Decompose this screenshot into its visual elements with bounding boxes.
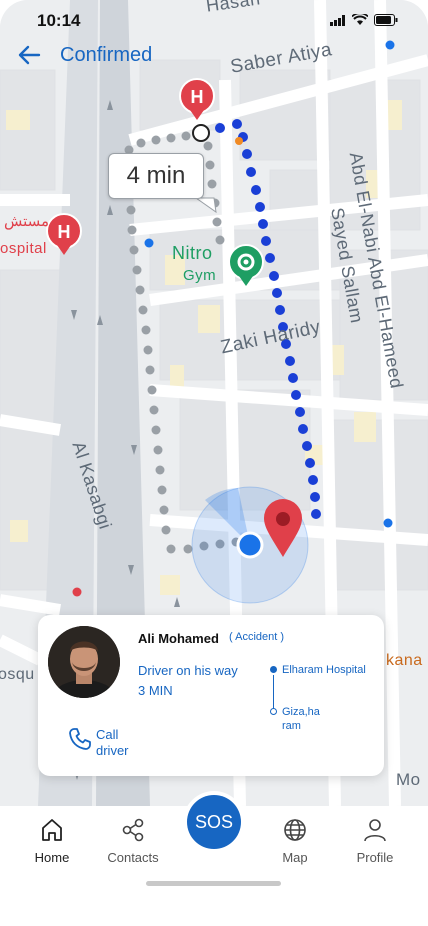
destination-dot-icon [270, 708, 277, 715]
eta-bubble: 4 min [108, 153, 204, 199]
map-edge-label-bottom-right: Mo [396, 770, 421, 789]
call-driver-button[interactable]: Call driver [68, 727, 136, 759]
svg-text:H: H [58, 222, 71, 242]
driver-name: Ali Mohamed [138, 631, 219, 646]
route-summary: Elharam Hospital Giza,ha ram [270, 663, 380, 733]
globe-icon [284, 819, 306, 841]
phone-icon [69, 728, 91, 750]
driver-eta: 3 MIN [138, 683, 173, 698]
sos-button[interactable]: SOS [187, 795, 241, 849]
person-icon [364, 819, 386, 842]
share-icon [122, 818, 144, 842]
driver-avatar [48, 626, 120, 698]
route-connector [273, 675, 274, 709]
status-icons [330, 14, 398, 26]
nav-home[interactable]: Home [17, 816, 87, 865]
back-button[interactable] [14, 40, 44, 70]
route-origin: Elharam Hospital [270, 663, 380, 677]
nav-contacts-label: Contacts [107, 850, 159, 865]
place-label-gym-sub: Gym [183, 267, 217, 284]
origin-dot-icon [270, 666, 277, 673]
page-title: Confirmed [60, 43, 153, 66]
app-screen: H H Hasan Saber Atiya Abd El-Nabi Abd El… [0, 0, 428, 926]
place-label-hospital: ospital [0, 240, 47, 257]
map-edge-label-left: osqu [0, 666, 35, 683]
route-destination: Giza,ha ram [270, 705, 330, 733]
driver-photo [48, 626, 120, 698]
driver-status-line: Driver on his way [138, 663, 238, 678]
driver-info-card: Ali Mohamed ( Accident ) Driver on his w… [38, 615, 384, 776]
place-label-hospital-arabic: مستش [4, 213, 50, 230]
nav-map[interactable]: Map [260, 816, 330, 865]
battery-icon [374, 14, 398, 26]
nav-contacts[interactable]: Contacts [98, 816, 168, 865]
svg-text:H: H [191, 87, 204, 107]
home-icon [42, 819, 62, 841]
status-bar: 10:14 [0, 0, 428, 44]
route-destination-label: Giza,ha ram [282, 706, 320, 732]
top-bar: Confirmed [14, 40, 152, 70]
nav-home-label: Home [34, 850, 70, 865]
map-edge-label-right: kana [386, 652, 423, 669]
route-origin-label: Elharam Hospital [282, 664, 366, 676]
place-label-gym: Nitro [172, 243, 213, 263]
nav-profile-label: Profile [356, 850, 394, 865]
driver-status: Driver on his way 3 MIN [138, 661, 238, 701]
status-time: 10:14 [37, 11, 81, 30]
emergency-type-badge: ( Accident ) [229, 631, 285, 643]
nav-map-label: Map [282, 850, 308, 865]
call-driver-label: Call driver [96, 727, 129, 758]
home-indicator [146, 881, 281, 886]
nav-profile[interactable]: Profile [340, 816, 410, 865]
wifi-icon [352, 14, 368, 25]
signal-icon [330, 14, 345, 26]
arrow-left-icon [18, 45, 41, 65]
